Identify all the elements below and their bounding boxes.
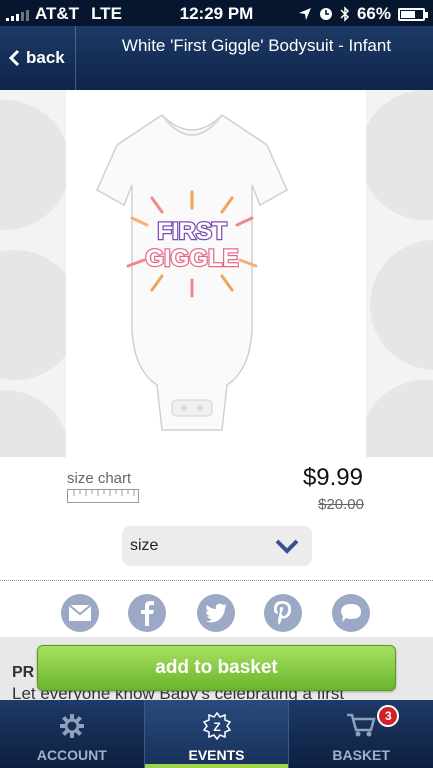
back-button[interactable]: back <box>0 26 76 90</box>
tab-bar: ACCOUNT Z EVENTS 3 BASKET <box>0 700 433 768</box>
status-bar: AT&T LTE 12:29 PM 66% <box>0 0 433 26</box>
add-to-basket-label: add to basket <box>155 657 278 678</box>
tab-events-label: EVENTS <box>188 747 245 763</box>
email-share-button[interactable] <box>61 594 99 632</box>
tab-account[interactable]: ACCOUNT <box>0 700 144 768</box>
size-select-value: size <box>130 537 159 554</box>
battery-percent: 66% <box>356 4 391 23</box>
add-to-basket-button[interactable]: add to basket <box>37 645 396 691</box>
chat-icon <box>341 604 361 622</box>
graphic-first-text: FIRST <box>157 218 227 245</box>
gear-icon <box>59 714 84 738</box>
back-label: back <box>26 48 65 67</box>
graphic-giggle-text: GIGGLE <box>145 245 238 272</box>
clock-icon <box>319 8 332 20</box>
size-chart-link[interactable]: size chart <box>67 470 143 503</box>
size-chart-label: size chart <box>67 470 132 487</box>
navigation-bar: back White 'First Giggle' Bodysuit - Inf… <box>0 26 433 90</box>
z-badge-icon: Z <box>202 712 231 740</box>
facebook-share-button[interactable] <box>128 594 166 632</box>
basket-count-badge: 3 <box>377 705 400 727</box>
ruler-icon <box>67 489 139 503</box>
facebook-icon <box>141 601 154 626</box>
original-price: $20.00 <box>318 496 364 513</box>
cart-icon <box>347 713 376 737</box>
product-price: $9.99 <box>302 464 363 491</box>
bluetooth-icon <box>340 6 350 22</box>
chevron-down-icon <box>275 539 299 554</box>
product-image-area: FIRST GIGGLE <box>0 90 433 457</box>
twitter-share-button[interactable] <box>197 594 235 632</box>
email-icon <box>68 604 92 621</box>
chevron-left-icon <box>8 49 20 67</box>
size-select[interactable]: size <box>122 526 312 566</box>
tab-events[interactable]: Z EVENTS <box>143 700 290 768</box>
pinterest-share-button[interactable] <box>264 594 302 632</box>
product-image[interactable]: FIRST GIGGLE <box>92 100 292 450</box>
pinterest-icon <box>274 601 292 625</box>
divider <box>0 580 433 581</box>
tab-account-label: ACCOUNT <box>36 747 107 763</box>
chat-share-button[interactable] <box>332 594 370 632</box>
tab-basket[interactable]: 3 BASKET <box>289 700 433 768</box>
page-title: White 'First Giggle' Bodysuit - Infant <box>121 36 392 55</box>
battery-icon <box>398 7 428 21</box>
tab-basket-label: BASKET <box>332 747 390 763</box>
svg-text:Z: Z <box>213 720 220 734</box>
location-arrow-icon <box>298 8 311 20</box>
twitter-icon <box>205 603 227 623</box>
description-heading: PR <box>12 664 35 681</box>
